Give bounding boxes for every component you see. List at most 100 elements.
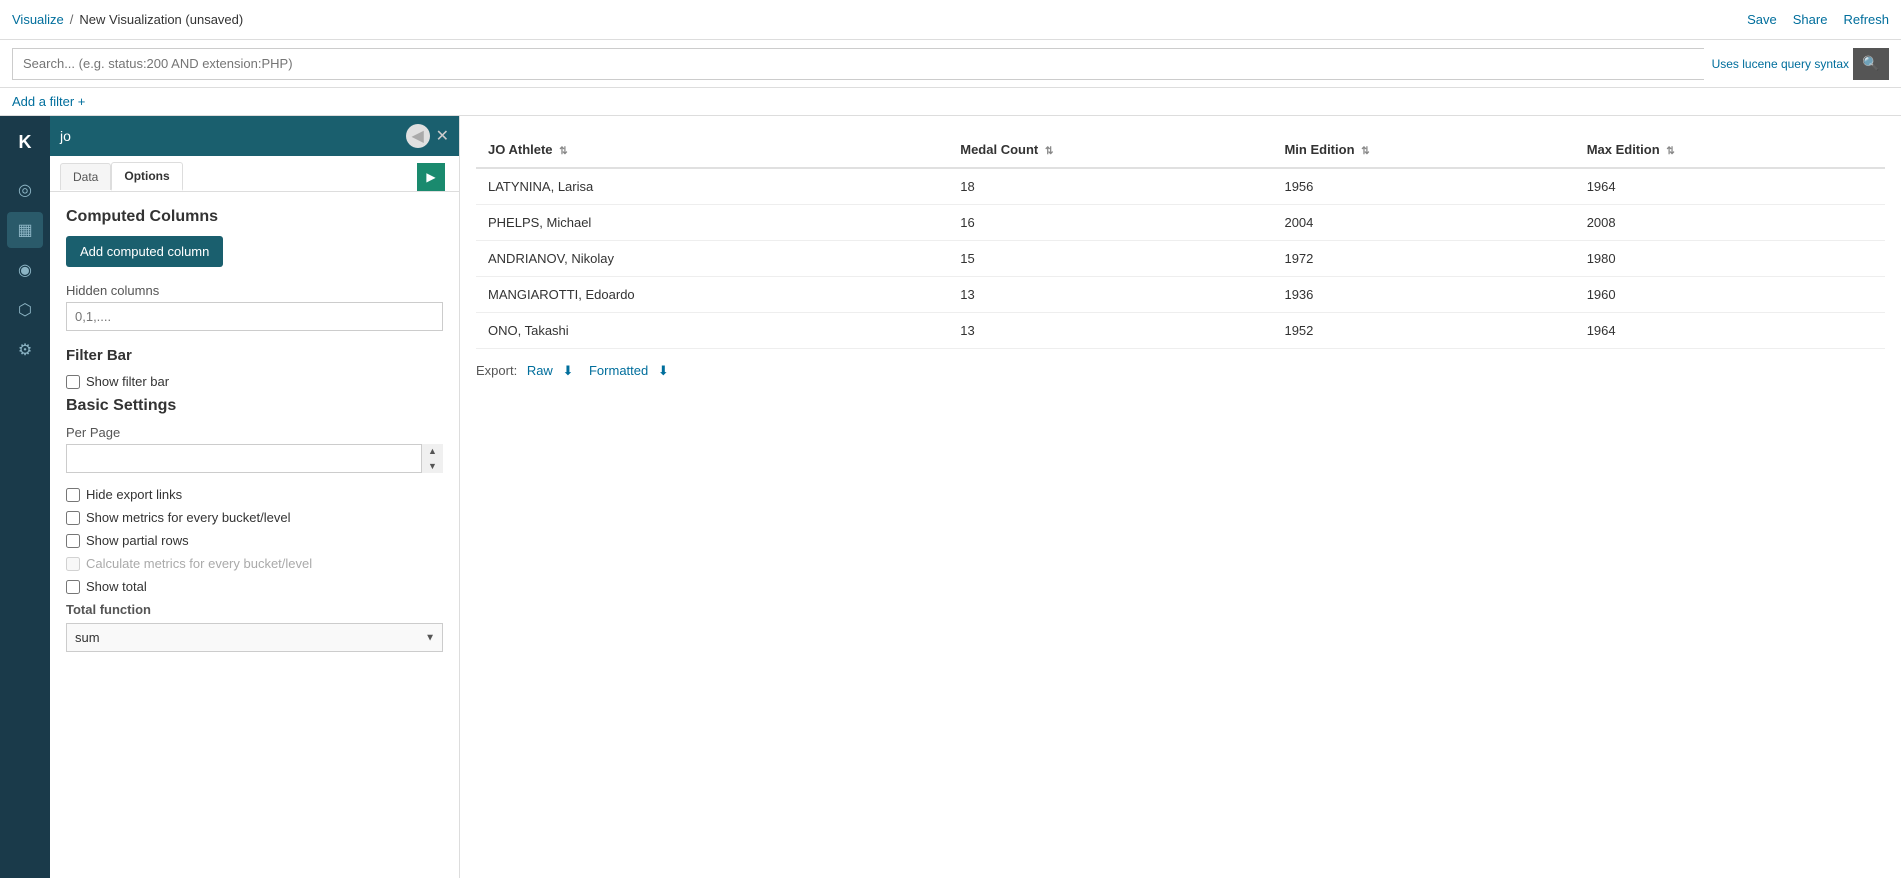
th-min-edition[interactable]: Min Edition ⇅ <box>1272 132 1574 168</box>
refresh-button[interactable]: Refresh <box>1843 12 1889 27</box>
total-function-select[interactable]: summinmaxavgcount <box>66 623 443 652</box>
cell-row3-col0: MANGIAROTTI, Edoardo <box>476 277 948 313</box>
table-row: MANGIAROTTI, Edoardo1319361960 <box>476 277 1885 313</box>
basic-settings-title: Basic Settings <box>66 397 443 415</box>
data-table: JO Athlete ⇅Medal Count ⇅Min Edition ⇅Ma… <box>476 132 1885 349</box>
th-medal-count[interactable]: Medal Count ⇅ <box>948 132 1272 168</box>
cell-row1-col0: PHELPS, Michael <box>476 205 948 241</box>
panel-tabs-row: Data Options ▶ <box>50 156 459 192</box>
checkbox-hide-export[interactable] <box>66 488 80 502</box>
table-row: LATYNINA, Larisa1819561964 <box>476 168 1885 205</box>
sort-icon-jo-athlete: ⇅ <box>557 146 568 157</box>
checkbox-show-partial[interactable] <box>66 534 80 548</box>
nav-icon-settings[interactable]: ⚙ <box>7 332 43 368</box>
cell-row1-col2: 2004 <box>1272 205 1574 241</box>
show-filter-bar-label: Show filter bar <box>86 374 169 389</box>
spin-down-button[interactable]: ▼ <box>422 459 443 474</box>
checkbox-row-hide-export: Hide export links <box>66 487 443 502</box>
filter-bar-section-title: Filter Bar <box>66 347 443 364</box>
cell-row4-col2: 1952 <box>1272 313 1574 349</box>
show-filter-bar-row: Show filter bar <box>66 374 443 389</box>
table-row: ONO, Takashi1319521964 <box>476 313 1885 349</box>
per-page-input[interactable] <box>66 444 443 473</box>
share-button[interactable]: Share <box>1793 12 1828 27</box>
per-page-input-wrap: ▲ ▼ <box>66 444 443 473</box>
sort-icon-max-edition: ⇅ <box>1664 146 1675 157</box>
show-filter-bar-checkbox[interactable] <box>66 375 80 389</box>
checkbox-show-total[interactable] <box>66 580 80 594</box>
add-computed-column-button[interactable]: Add computed column <box>66 236 223 267</box>
add-filter-button[interactable]: Add a filter + <box>12 94 85 109</box>
cell-row4-col0: ONO, Takashi <box>476 313 948 349</box>
main-content: K ◎ ▦ ◉ ⬡ ⚙ jo ◀ ✕ Data Options ▶ Comput… <box>0 116 1901 878</box>
cell-row1-col3: 2008 <box>1575 205 1885 241</box>
sidebar-nav: K ◎ ▦ ◉ ⬡ ⚙ <box>0 116 50 878</box>
cell-row2-col3: 1980 <box>1575 241 1885 277</box>
search-input[interactable] <box>12 48 1704 80</box>
table-row: ANDRIANOV, Nikolay1519721980 <box>476 241 1885 277</box>
nav-icon-discover[interactable]: ◎ <box>7 172 43 208</box>
cell-row3-col1: 13 <box>948 277 1272 313</box>
search-button[interactable]: 🔍 <box>1853 48 1889 80</box>
computed-columns-title: Computed Columns <box>66 208 443 226</box>
label-calc-metrics: Calculate metrics for every bucket/level <box>86 556 312 571</box>
run-button[interactable]: ▶ <box>417 163 445 191</box>
cell-row0-col1: 18 <box>948 168 1272 205</box>
basic-settings-section: Basic Settings Per Page ▲ ▼ Hide export … <box>66 397 443 652</box>
logo-icon[interactable]: K <box>7 124 43 160</box>
cell-row2-col2: 1972 <box>1272 241 1574 277</box>
checkbox-row-show-metrics: Show metrics for every bucket/level <box>66 510 443 525</box>
table-body: LATYNINA, Larisa1819561964PHELPS, Michae… <box>476 168 1885 349</box>
export-raw-link[interactable]: Raw ⬇ <box>527 363 583 378</box>
table-row: PHELPS, Michael1620042008 <box>476 205 1885 241</box>
cell-row2-col1: 15 <box>948 241 1272 277</box>
tab-data[interactable]: Data <box>60 163 111 190</box>
cell-row4-col3: 1964 <box>1575 313 1885 349</box>
checkboxes-container: Hide export links Show metrics for every … <box>66 487 443 594</box>
total-function-select-wrap: summinmaxavgcount ▼ <box>66 623 443 652</box>
nav-icon-security[interactable]: ⬡ <box>7 292 43 328</box>
top-bar: Visualize / New Visualization (unsaved) … <box>0 0 1901 40</box>
visualize-link[interactable]: Visualize <box>12 12 64 27</box>
breadcrumb: Visualize / New Visualization (unsaved) <box>12 12 243 27</box>
cell-row1-col1: 16 <box>948 205 1272 241</box>
panel-collapse-button[interactable]: ◀ <box>406 124 430 148</box>
panel-body: Computed Columns Add computed column Hid… <box>50 192 459 878</box>
sort-icon-medal-count: ⇅ <box>1042 146 1053 157</box>
hidden-columns-input[interactable] <box>66 302 443 331</box>
cell-row0-col0: LATYNINA, Larisa <box>476 168 948 205</box>
sort-icon-min-edition: ⇅ <box>1359 146 1370 157</box>
cell-row0-col3: 1964 <box>1575 168 1885 205</box>
label-hide-export: Hide export links <box>86 487 182 502</box>
cell-row4-col1: 13 <box>948 313 1272 349</box>
panel-title: jo <box>60 128 406 144</box>
nav-icon-dashboard[interactable]: ◉ <box>7 252 43 288</box>
filter-bar: Add a filter + <box>0 88 1901 116</box>
breadcrumb-separator: / <box>70 12 74 27</box>
th-jo-athlete[interactable]: JO Athlete ⇅ <box>476 132 948 168</box>
checkbox-calc-metrics <box>66 557 80 571</box>
tab-options[interactable]: Options <box>111 162 182 191</box>
checkbox-row-show-partial: Show partial rows <box>66 533 443 548</box>
left-panel: jo ◀ ✕ Data Options ▶ Computed Columns A… <box>50 116 460 878</box>
nav-icon-visualize[interactable]: ▦ <box>7 212 43 248</box>
lucene-syntax-link[interactable]: Uses lucene query syntax <box>1712 57 1849 71</box>
cell-row2-col0: ANDRIANOV, Nikolay <box>476 241 948 277</box>
top-bar-actions: Save Share Refresh <box>1747 12 1889 27</box>
save-button[interactable]: Save <box>1747 12 1777 27</box>
label-show-metrics: Show metrics for every bucket/level <box>86 510 290 525</box>
cell-row0-col2: 1956 <box>1272 168 1574 205</box>
right-panel: JO Athlete ⇅Medal Count ⇅Min Edition ⇅Ma… <box>460 116 1901 878</box>
checkbox-show-metrics[interactable] <box>66 511 80 525</box>
panel-header: jo ◀ ✕ <box>50 116 459 156</box>
panel-close-button[interactable]: ✕ <box>436 126 449 146</box>
spin-buttons: ▲ ▼ <box>421 444 443 473</box>
th-max-edition[interactable]: Max Edition ⇅ <box>1575 132 1885 168</box>
total-function-label: Total function <box>66 602 443 617</box>
computed-columns-section: Computed Columns Add computed column Hid… <box>66 208 443 347</box>
export-formatted-link[interactable]: Formatted ⬇ <box>589 363 675 378</box>
checkbox-row-show-total: Show total <box>66 579 443 594</box>
spin-up-button[interactable]: ▲ <box>422 444 443 459</box>
cell-row3-col3: 1960 <box>1575 277 1885 313</box>
export-label: Export: <box>476 363 517 378</box>
